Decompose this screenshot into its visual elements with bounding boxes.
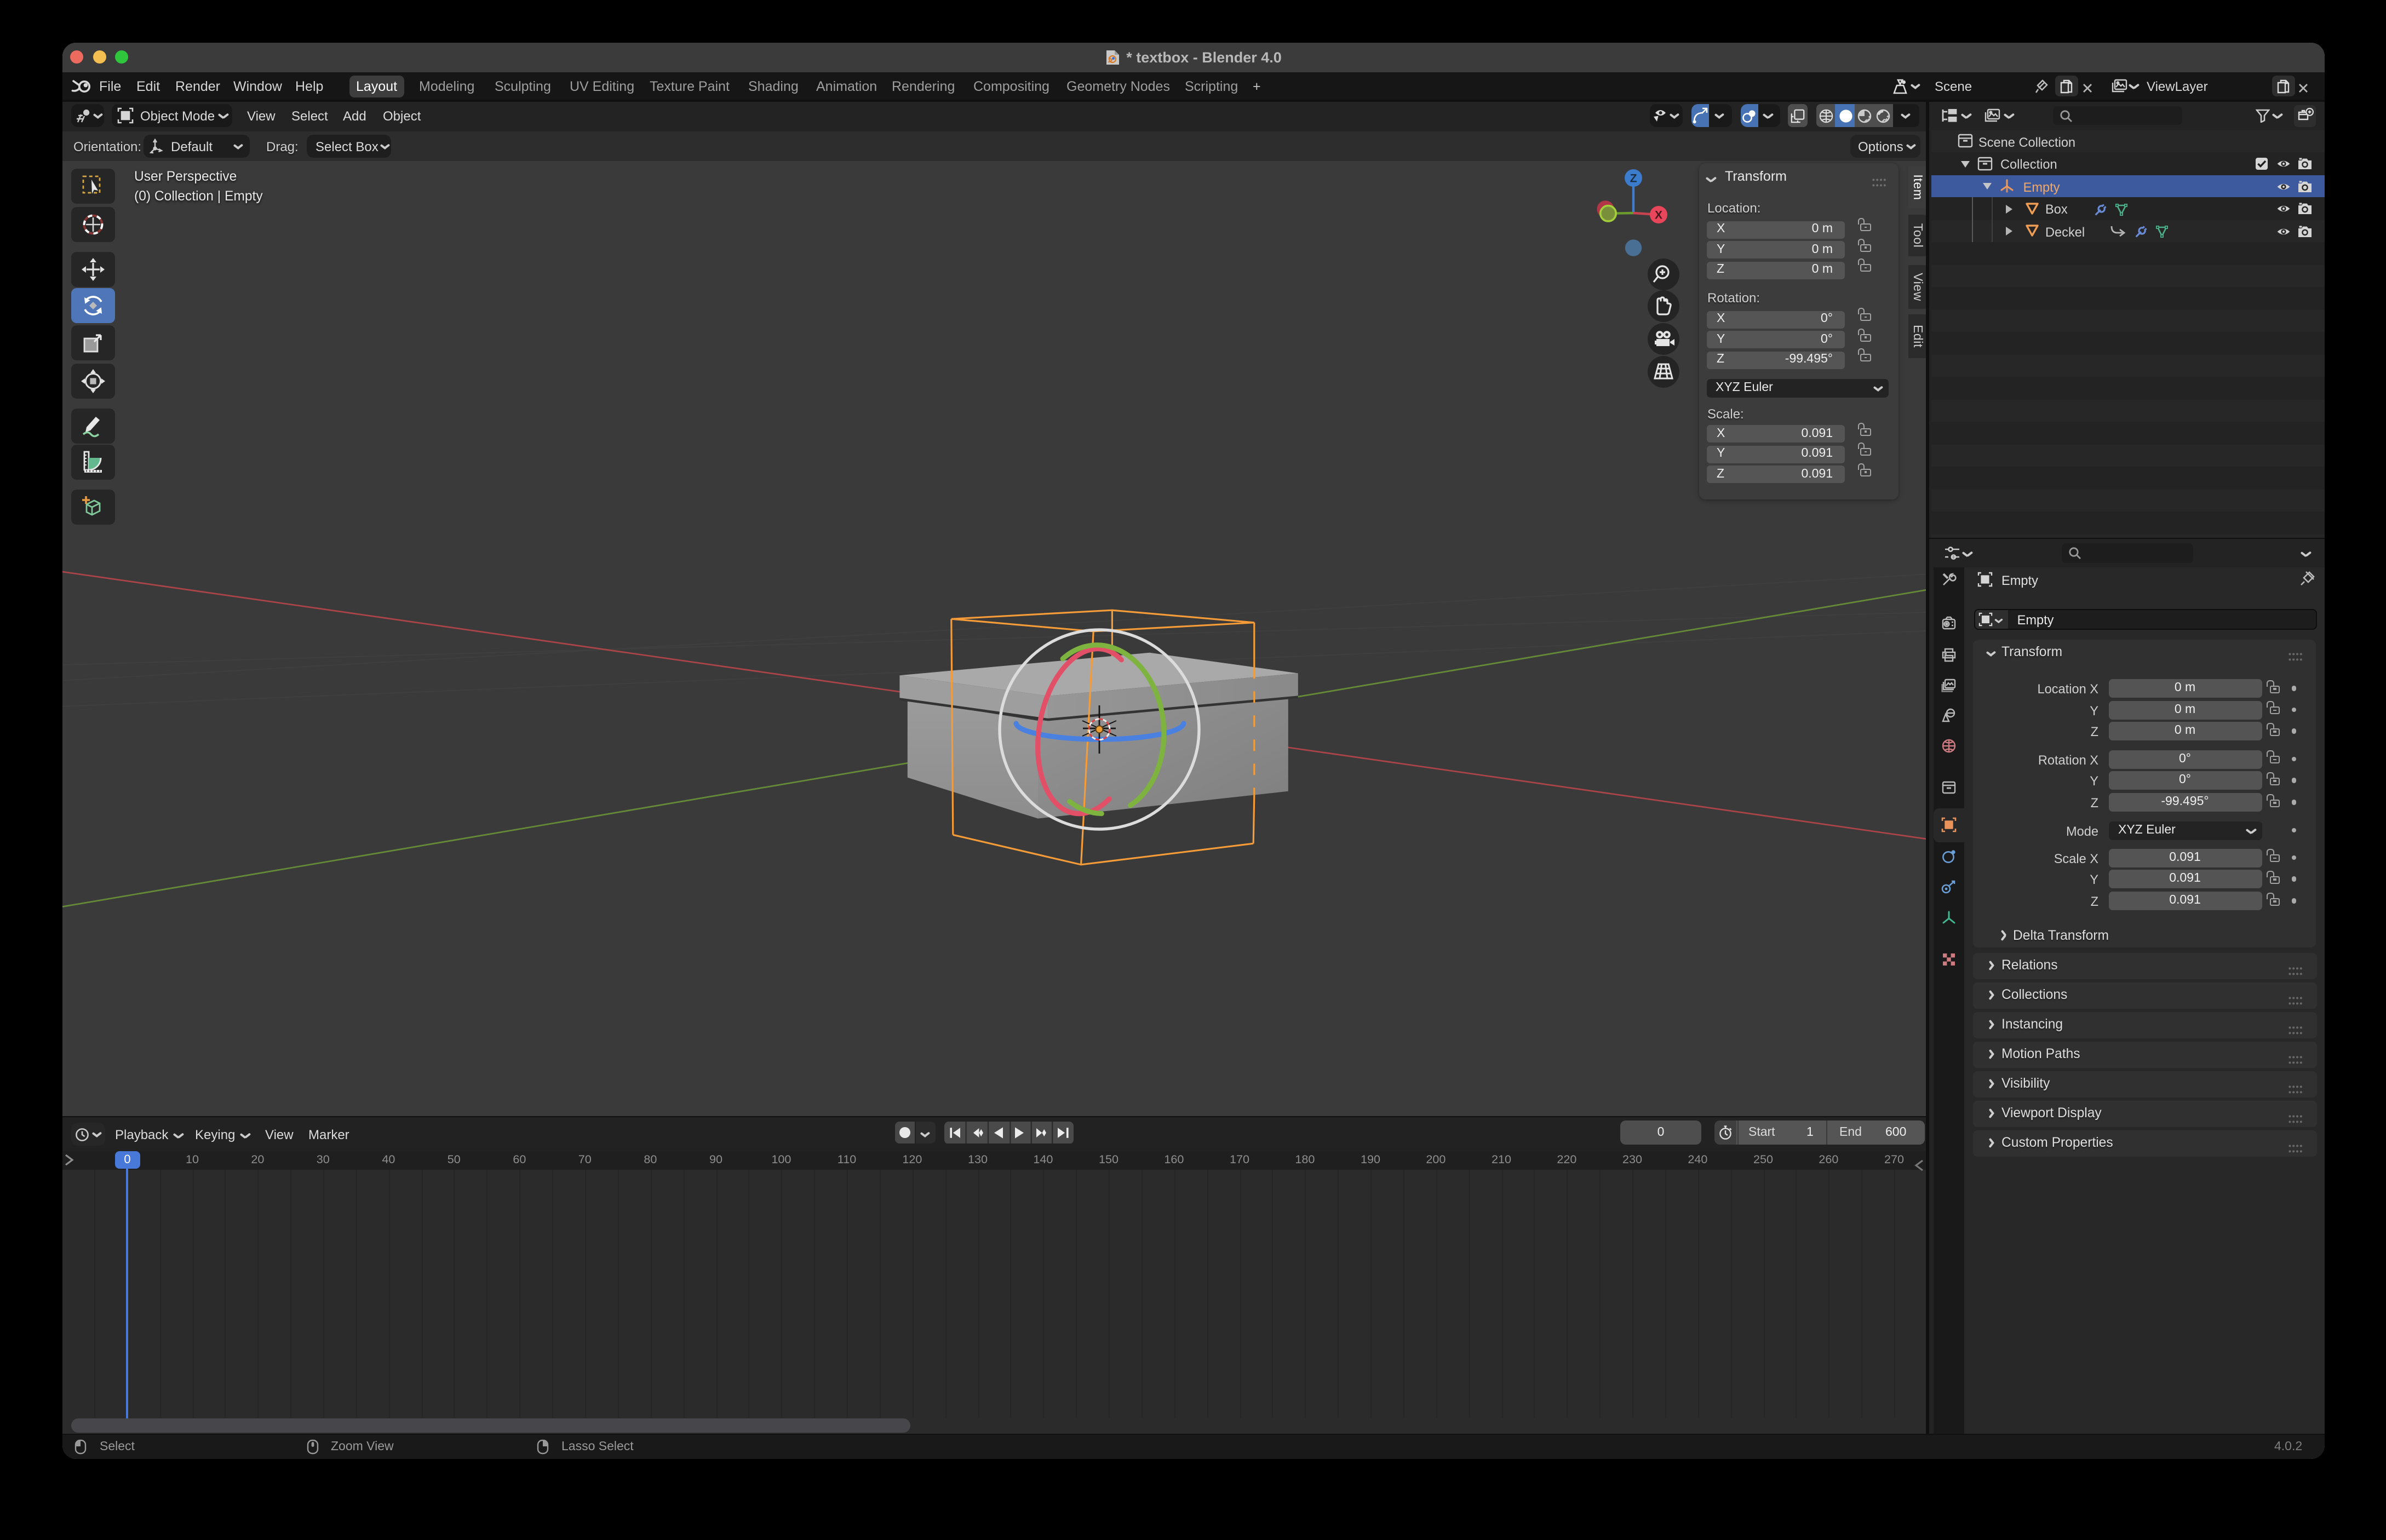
- svg-text:Z: Z: [1630, 173, 1637, 185]
- svg-text:X: X: [1655, 209, 1662, 222]
